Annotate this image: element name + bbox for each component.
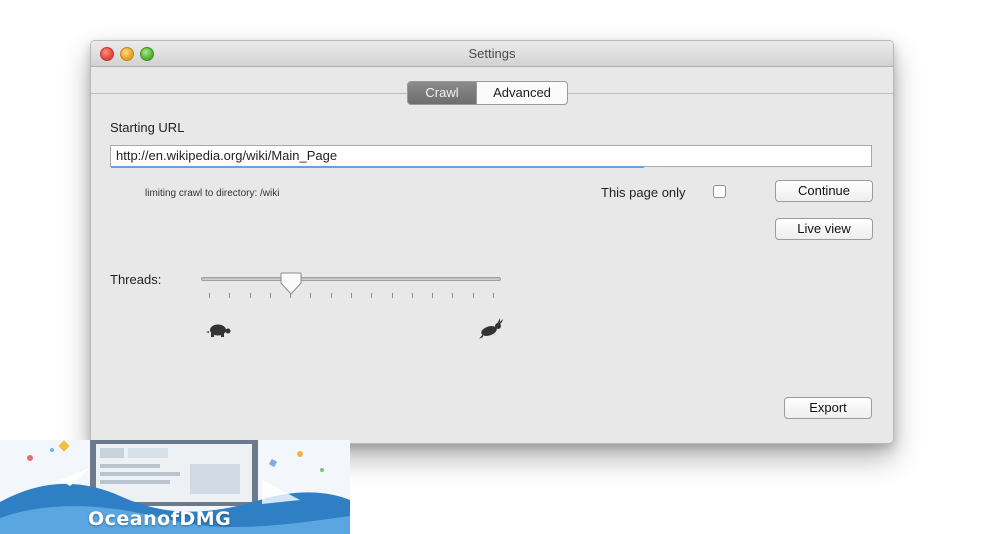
url-load-progress	[111, 166, 644, 168]
slider-tick	[269, 293, 271, 298]
slider-tick	[432, 293, 434, 298]
export-button[interactable]: Export	[784, 397, 872, 419]
title-bar: Settings	[91, 41, 893, 67]
crawl-limit-text: limiting crawl to directory: /wiki	[145, 188, 280, 199]
settings-window: Settings Crawl Advanced Starting URL htt…	[90, 40, 894, 444]
slider-tick	[411, 293, 413, 298]
threads-slider-track[interactable]	[201, 277, 501, 281]
slider-tick	[229, 293, 231, 298]
slider-tick	[391, 293, 393, 298]
slider-tick	[209, 293, 210, 298]
threads-slider-thumb[interactable]	[279, 271, 303, 297]
rabbit-icon	[479, 318, 503, 339]
slider-tick	[310, 293, 312, 298]
turtle-icon	[206, 324, 231, 337]
this-page-only-label: This page only	[601, 185, 686, 200]
starting-url-input[interactable]: http://en.wikipedia.org/wiki/Main_Page	[110, 145, 872, 167]
slider-tick	[351, 293, 352, 298]
continue-button[interactable]: Continue	[775, 180, 873, 202]
slider-tick	[249, 293, 251, 298]
slider-tick	[472, 293, 474, 298]
tab-bar: Crawl Advanced	[407, 81, 568, 105]
this-page-only-checkbox[interactable]	[713, 185, 726, 198]
starting-url-label: Starting URL	[110, 120, 185, 135]
watermark-text: OceanofDMG	[88, 508, 232, 530]
slider-tick	[452, 293, 454, 298]
tab-advanced[interactable]: Advanced	[476, 82, 567, 104]
slider-tick	[493, 293, 494, 298]
window-title: Settings	[468, 46, 516, 61]
tab-crawl[interactable]: Crawl	[408, 82, 476, 104]
threads-label: Threads:	[110, 272, 162, 287]
slider-tick	[371, 293, 373, 298]
slider-tick	[330, 293, 332, 298]
live-view-button[interactable]: Live view	[775, 218, 873, 240]
watermark: OceanofDMG	[0, 440, 350, 534]
